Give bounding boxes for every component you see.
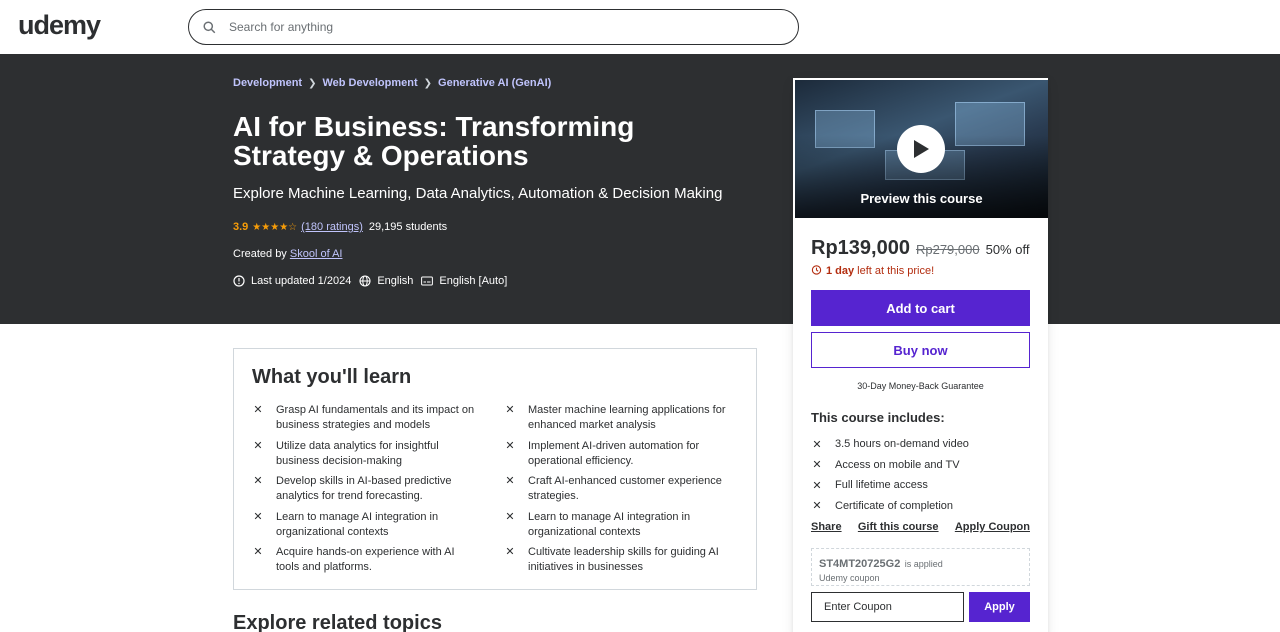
check-icon: ✕	[505, 439, 515, 452]
discount-percent: 50% off	[985, 242, 1030, 257]
course-subtitle: Explore Machine Learning, Data Analytics…	[233, 185, 723, 202]
list-item: ✕ Cultivate leadership skills for guiding…	[505, 546, 719, 573]
list-item: ✕ Learn to manage AI integration in organ…	[505, 510, 691, 538]
price-row: Rp139,000 Rp279,000 50% off	[811, 237, 1029, 260]
instructor-link[interactable]: Skool of AI	[290, 248, 343, 260]
last-updated-text: Last updated 1/2024	[251, 275, 352, 287]
buy-now-button[interactable]: Buy now	[811, 332, 1030, 368]
ratings-count-link[interactable]: (180 ratings)	[301, 221, 363, 233]
course-meta: Last updated 1/2024 English English [Aut…	[233, 275, 515, 287]
timer-bold: 1 day	[826, 265, 855, 277]
preview-label[interactable]: Preview this course	[795, 191, 1048, 206]
star-rating-icon: ★★★★☆	[252, 221, 298, 233]
check-icon: ✕	[505, 510, 515, 523]
created-by: Created by Skool of AI	[233, 248, 342, 260]
course-hero: Development ❯ Web Development ❯ Generati…	[0, 54, 1280, 324]
captions: English [Auto]	[421, 275, 507, 287]
breadcrumb: Development ❯ Web Development ❯ Generati…	[233, 77, 551, 89]
breadcrumb-development[interactable]: Development	[233, 77, 302, 89]
list-item: ✕ 3.5 hours on-demand video	[812, 438, 969, 451]
breadcrumb-web-development[interactable]: Web Development	[322, 77, 417, 89]
search-icon[interactable]	[189, 20, 229, 34]
what-youll-learn: What you'll learn ✕ Grasp AI fundamentals…	[233, 348, 757, 590]
add-to-cart-button[interactable]: Add to cart	[811, 290, 1030, 326]
chevron-right-icon: ❯	[423, 77, 433, 89]
purchase-card: Preview this course Rp139,000 Rp279,000 …	[793, 78, 1048, 632]
search-bar[interactable]	[188, 9, 799, 45]
captions-text: English [Auto]	[439, 275, 508, 287]
udemy-logo[interactable]: udemy	[18, 10, 101, 41]
money-back-guarantee: 30-Day Money-Back Guarantee	[857, 381, 984, 391]
current-price: Rp139,000	[811, 237, 910, 259]
check-icon: ✕	[505, 404, 515, 416]
language-text: English	[377, 275, 414, 287]
alert-badge-icon	[233, 275, 245, 287]
apply-coupon-link[interactable]: Apply Coupon	[955, 521, 1030, 533]
includes-list: ✕ 3.5 hours on-demand video ✕ Access on mo…	[811, 434, 969, 516]
list-item: ✕ Utilize data analytics for insightful b…	[253, 439, 439, 467]
list-item: ✕ Develop skills in AI-based predictive a…	[253, 475, 452, 502]
students-count: 29,195 students	[368, 221, 448, 233]
created-by-label: Created by	[233, 248, 287, 260]
list-item: ✕ Grasp AI fundamentals and its impact on…	[253, 404, 475, 431]
list-item: ✕ Implement AI-driven automation for oper…	[505, 439, 700, 467]
check-icon: ✕	[253, 439, 263, 452]
learn-list: ✕ Grasp AI fundamentals and its impact on…	[252, 403, 742, 581]
captions-icon	[421, 275, 434, 287]
list-item: ✕ Craft AI-enhanced customer experience s…	[505, 475, 722, 502]
learn-title: What you'll learn	[252, 366, 412, 388]
coupon-applied-text: is applied	[904, 559, 943, 569]
list-item: ✕ Full lifetime access	[812, 479, 928, 492]
card-actions: Share Gift this course Apply Coupon	[811, 521, 1030, 533]
search-input[interactable]	[229, 20, 749, 34]
check-icon: ✕	[253, 510, 263, 523]
timer-text: left at this price!	[857, 265, 935, 277]
language: English	[359, 275, 413, 287]
breadcrumb-generative-ai[interactable]: Generative AI (GenAI)	[438, 77, 551, 89]
check-icon: ✕	[505, 475, 515, 487]
coupon-code: ST4MT20725G2	[819, 558, 901, 570]
check-icon: ✕	[505, 546, 515, 558]
coupon-source: Udemy coupon	[819, 573, 880, 583]
gift-course-link[interactable]: Gift this course	[858, 521, 939, 533]
chevron-right-icon: ❯	[308, 77, 317, 89]
price-timer: 1 day left at this price!	[811, 264, 934, 278]
list-item: ✕ Learn to manage AI integration in organ…	[253, 510, 439, 538]
check-icon: ✕	[253, 546, 263, 558]
rating-row: 3.9 ★★★★☆ (180 ratings) 29,195 students	[233, 221, 447, 233]
rating-value: 3.9	[233, 221, 249, 233]
check-icon: ✕	[253, 475, 263, 487]
list-item: ✕ Certificate of completion	[812, 499, 953, 513]
list-item: ✕ Master machine learning applications fo…	[505, 404, 726, 431]
includes-title: This course includes:	[811, 410, 945, 425]
check-icon: ✕	[253, 404, 263, 416]
play-icon[interactable]	[897, 125, 945, 173]
coupon-input[interactable]	[811, 592, 964, 622]
list-item: ✕ Acquire hands-on experience with AI too…	[253, 546, 455, 573]
share-link[interactable]: Share	[811, 521, 842, 533]
applied-coupon: ST4MT20725G2 is applied Udemy coupon	[811, 548, 1030, 586]
mobile-icon: ✕	[812, 459, 822, 472]
infinity-icon: ✕	[812, 479, 822, 492]
last-updated: Last updated 1/2024	[233, 275, 351, 287]
apply-button[interactable]: Apply	[969, 592, 1030, 622]
course-title: AI for Business: Transforming Strategy &…	[233, 111, 635, 171]
related-topics-heading: Explore related topics	[233, 612, 442, 632]
top-header: udemy	[0, 0, 1280, 54]
trophy-icon: ✕	[812, 500, 822, 513]
original-price: Rp279,000	[915, 242, 980, 257]
globe-icon	[359, 275, 371, 287]
list-item: ✕ Access on mobile and TV	[812, 458, 960, 472]
alarm-clock-icon	[811, 264, 822, 278]
video-icon: ✕	[812, 438, 822, 451]
course-preview[interactable]: Preview this course	[795, 80, 1048, 218]
